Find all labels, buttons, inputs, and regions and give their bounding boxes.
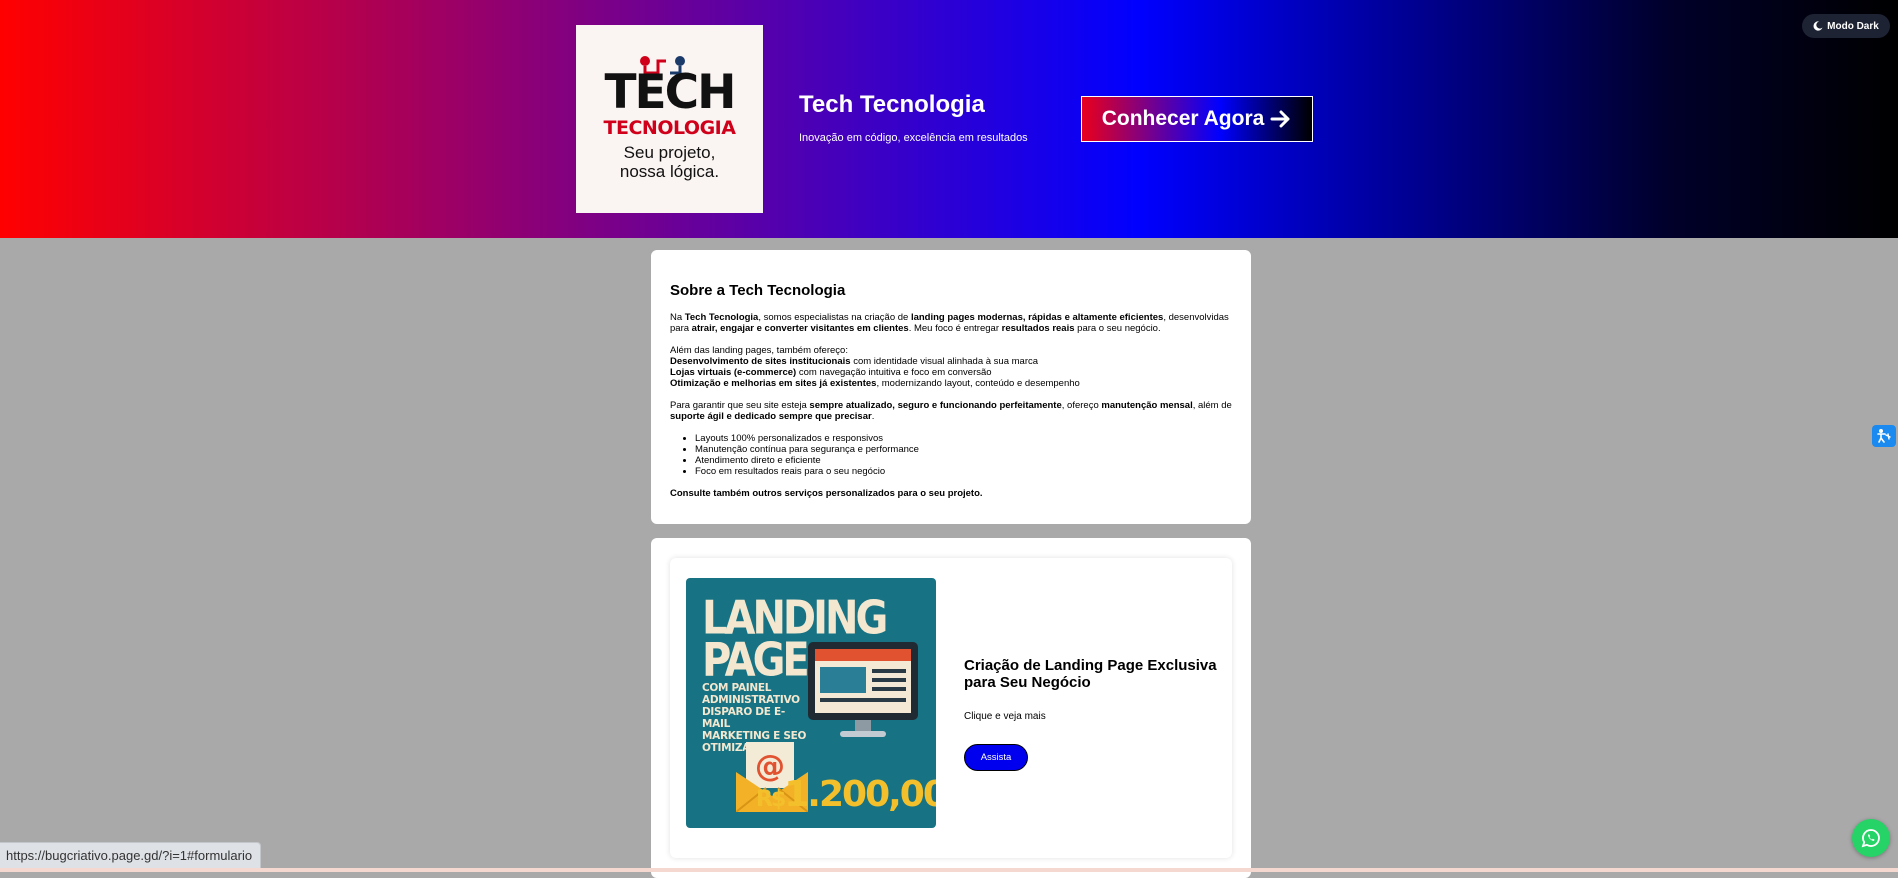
monitor-icon (808, 642, 918, 737)
about-paragraph-2: Além das landing pages, também ofereço: … (670, 345, 1232, 389)
service-3-title: Otimização e melhorias em sites já exist… (670, 378, 877, 389)
list-item: Foco em resultados reais para o seu negó… (695, 466, 1232, 477)
text-bold: resultados reais (1001, 323, 1075, 334)
whatsapp-icon (1861, 829, 1880, 848)
accessibility-button[interactable] (1872, 425, 1896, 447)
product-description: Clique e veja mais (964, 711, 1046, 722)
list-item: Layouts 100% personalizados e responsivo… (695, 433, 1232, 444)
about-paragraph-1: Na Tech Tecnologia, somos especialistas … (670, 312, 1232, 334)
hero-title: Tech Tecnologia (799, 91, 985, 118)
logo-tech-text: TECH (604, 65, 737, 120)
about-section: Sobre a Tech Tecnologia Na Tech Tecnolog… (651, 250, 1251, 524)
logo-slogan-line2: nossa lógica. (619, 162, 720, 181)
whatsapp-button[interactable] (1852, 819, 1890, 857)
landing-page-promo-image[interactable]: LANDING PAGE COM PAINEL ADMINISTRATIVO D… (686, 578, 936, 828)
assista-button[interactable]: Assista (964, 744, 1028, 771)
hero-banner: TECH TECNOLOGIA Seu projeto, nossa lógic… (0, 0, 1898, 238)
hero-subtitle: Inovação em código, excelência em result… (799, 132, 1028, 144)
logo-slogan-line1: Seu projeto, (623, 143, 716, 162)
text: para o seu negócio. (1074, 323, 1161, 334)
brand-logo: TECH TECNOLOGIA Seu projeto, nossa lógic… (576, 25, 763, 213)
services-intro: Além das landing pages, também ofereço: (670, 345, 848, 356)
text-bold: landing pages modernas, rápidas e altame… (910, 312, 1164, 323)
text-bold: Tech Tecnologia (684, 312, 759, 323)
conhecer-agora-button[interactable]: Conhecer Agora (1081, 96, 1313, 142)
promo-feature: ADMINISTRATIVO (702, 694, 800, 706)
text: Na (670, 312, 685, 323)
list-item: Atendimento direto e eficiente (695, 455, 1232, 466)
dark-mode-label: Modo Dark (1827, 20, 1879, 32)
service-3-desc: , modernizando layout, conteúdo e desemp… (876, 378, 1080, 389)
text-bold: atrair, engajar e converter visitantes e… (691, 323, 909, 334)
product-section: LANDING PAGE COM PAINEL ADMINISTRATIVO D… (651, 538, 1251, 878)
list-item: Manutenção contínua para segurança e per… (695, 444, 1232, 455)
promo-feature: COM PAINEL (702, 682, 772, 694)
service-2-title: Lojas virtuais (e-commerce) (670, 367, 797, 378)
dark-mode-toggle[interactable]: Modo Dark (1802, 14, 1890, 38)
text-bold: manutenção mensal (1101, 400, 1193, 411)
service-1-title: Desenvolvimento de sites institucionais (670, 356, 851, 367)
logo-slogan: Seu projeto, nossa lógica. (576, 143, 763, 181)
bottom-divider (0, 868, 1898, 872)
status-bar-url: https://bugcriativo.page.gd/?i=1#formula… (0, 842, 262, 868)
service-2-desc: com navegação intuitiva e foco em conver… (796, 367, 992, 378)
text-bold: suporte ágil e dedicado sempre que preci… (670, 411, 872, 422)
arrow-right-icon (1270, 110, 1290, 128)
promo-price: R$1.200,00 (756, 774, 936, 815)
accessibility-icon (1877, 429, 1891, 443)
cta-label: Conhecer Agora (1101, 107, 1265, 130)
text: . Meu foco é entregar (908, 323, 1002, 334)
about-paragraph-3: Para garantir que seu site esteja sempre… (670, 400, 1232, 422)
text-bold: sempre atualizado, seguro e funcionando … (809, 400, 1062, 411)
text: , somos especialistas na criação de (758, 312, 911, 323)
about-heading: Sobre a Tech Tecnologia (670, 282, 846, 299)
benefits-list: Layouts 100% personalizados e responsivo… (670, 433, 1232, 477)
service-1-desc: com identidade visual alinhada à sua mar… (850, 356, 1039, 367)
text: , além de (1192, 400, 1232, 411)
text: Para garantir que seu site esteja (670, 400, 810, 411)
text: . (871, 411, 875, 422)
promo-feature: DISPARO DE E-MAIL (702, 706, 785, 730)
promo-line2: PAGE (702, 634, 810, 687)
closing-text: Consulte também outros serviços personal… (670, 488, 983, 499)
promo-price-value: 1.200,00 (784, 774, 936, 815)
promo-currency: R$ (756, 787, 786, 812)
moon-icon (1813, 21, 1823, 31)
product-card: LANDING PAGE COM PAINEL ADMINISTRATIVO D… (670, 558, 1232, 858)
about-closing: Consulte também outros serviços personal… (670, 488, 1232, 499)
logo-tecnologia-text: TECNOLOGIA (603, 117, 736, 139)
text: , ofereço (1061, 400, 1102, 411)
product-title: Criação de Landing Page Exclusiva para S… (964, 657, 1217, 691)
